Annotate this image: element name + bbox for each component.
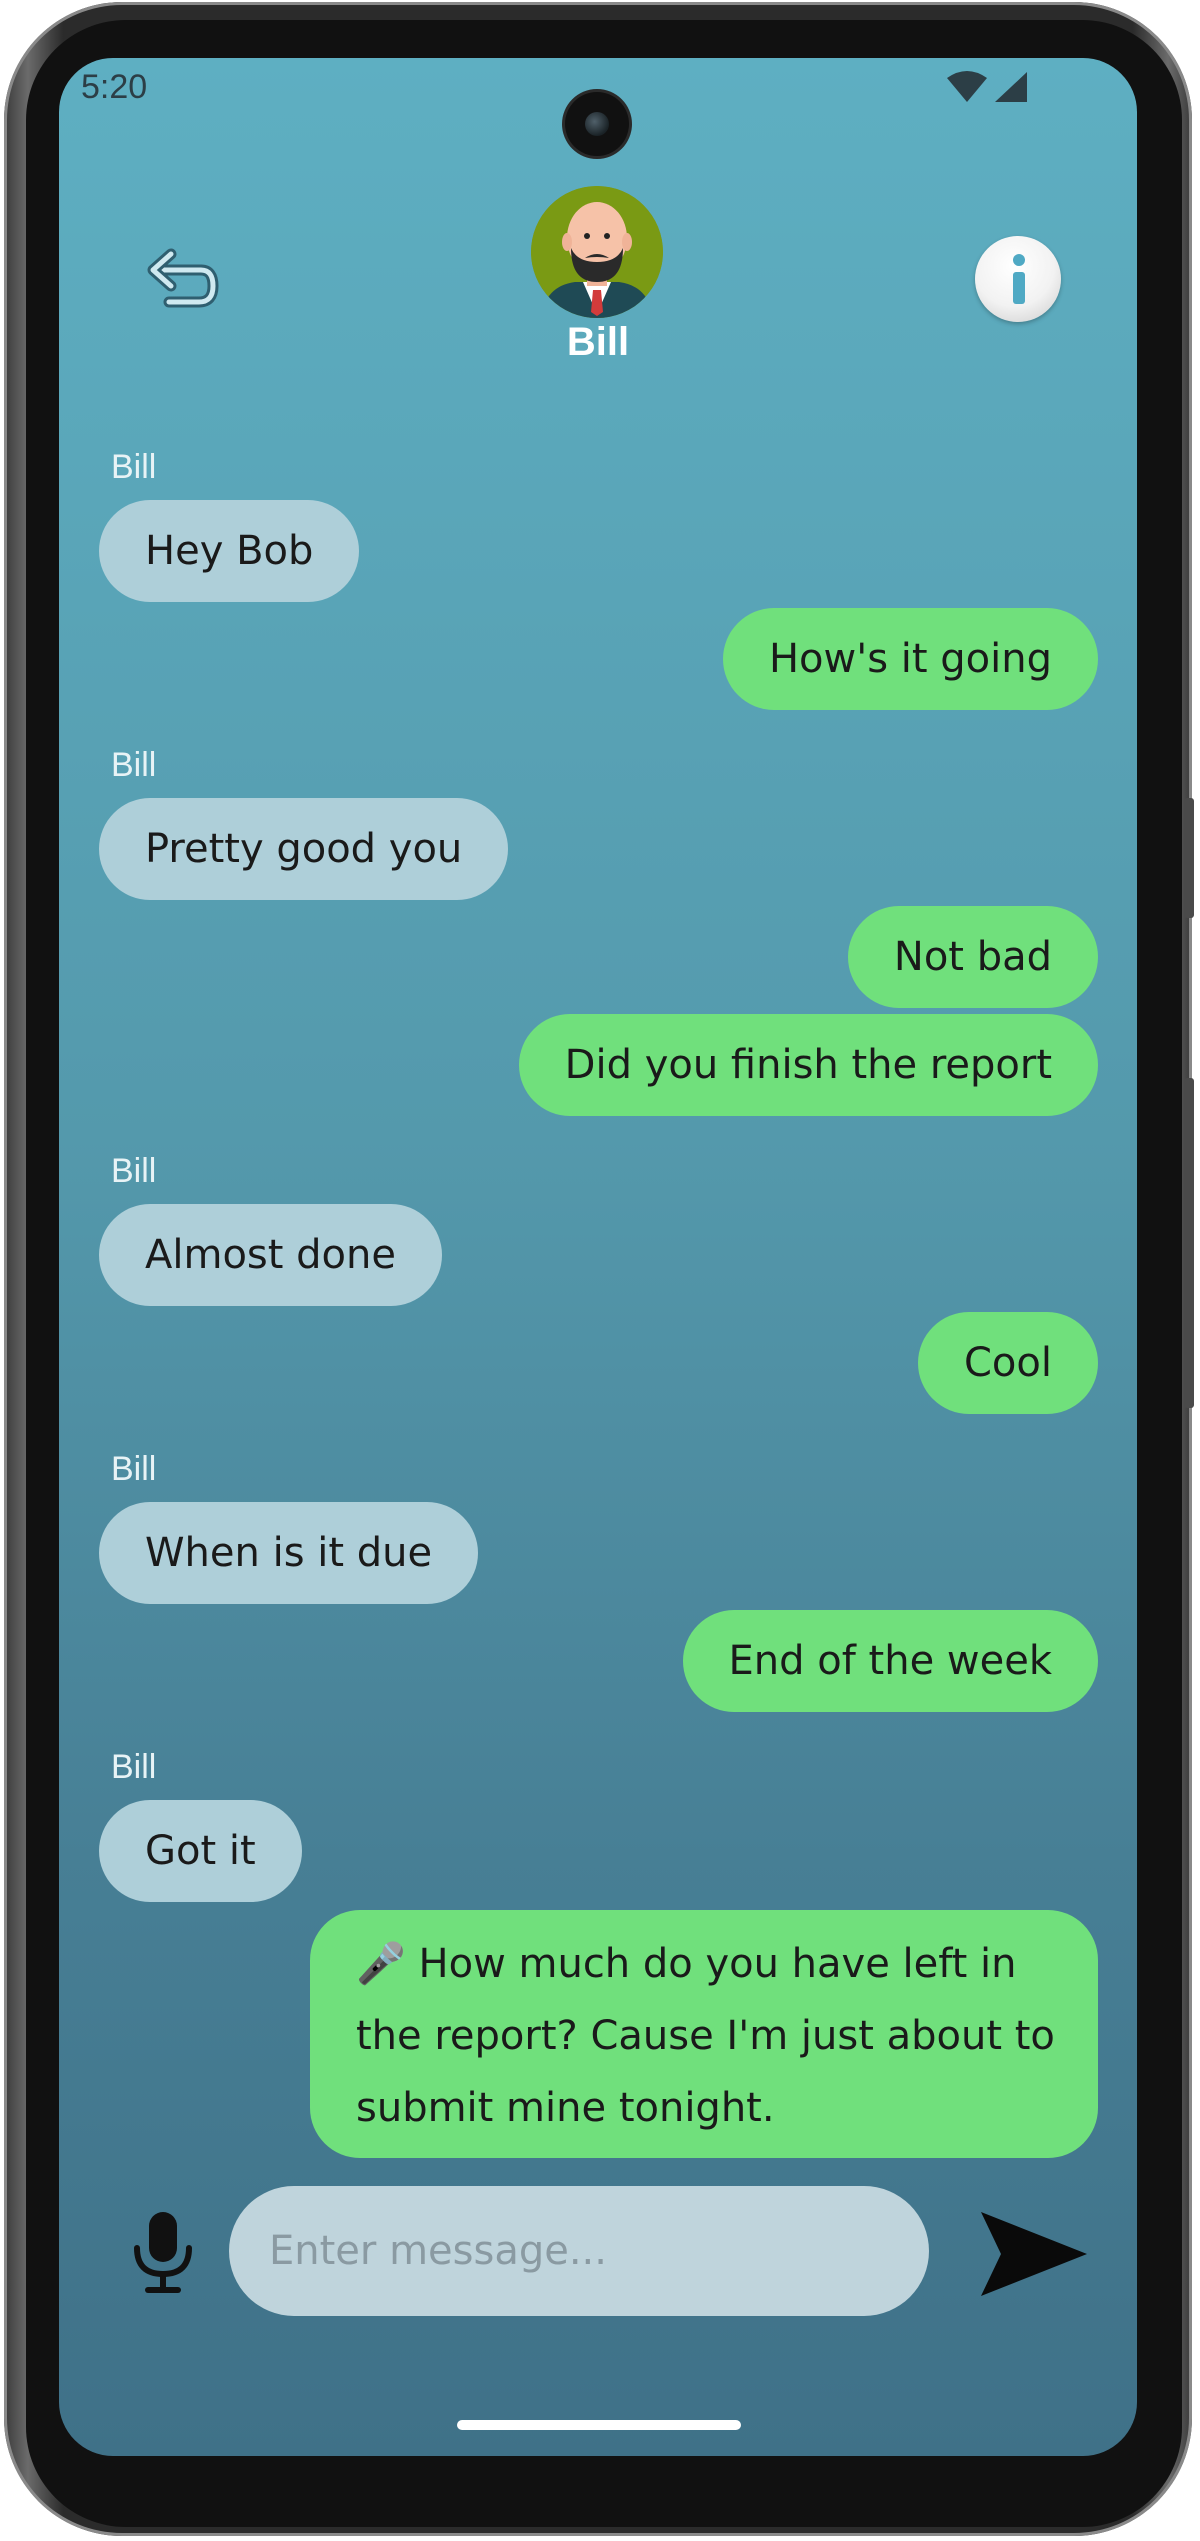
contact-name: Bill — [566, 320, 630, 364]
power-button — [1184, 1078, 1194, 1408]
outgoing-message[interactable]: How's it going — [722, 608, 1098, 710]
incoming-message[interactable]: Hey Bob — [99, 500, 360, 602]
send-arrow-icon — [981, 2212, 1087, 2296]
microphone-icon — [134, 2212, 192, 2293]
message-input[interactable] — [229, 2186, 929, 2316]
outgoing-message[interactable]: End of the week — [682, 1610, 1098, 1712]
message-sender: Bill — [111, 1450, 157, 1488]
message-sender: Bill — [111, 1152, 157, 1190]
outgoing-message[interactable]: Cool — [918, 1312, 1098, 1414]
microphone-button[interactable] — [131, 2210, 195, 2296]
front-camera — [565, 92, 629, 156]
incoming-message[interactable]: Got it — [99, 1800, 302, 1902]
status-icons — [945, 70, 1029, 104]
info-button[interactable] — [975, 236, 1061, 322]
back-button[interactable] — [141, 242, 221, 322]
send-button[interactable] — [977, 2208, 1091, 2300]
incoming-message[interactable]: Pretty good you — [99, 798, 509, 900]
message-sender: Bill — [111, 746, 157, 784]
outgoing-message-voice[interactable]: 🎤 How much do you have left in the repor… — [310, 1910, 1098, 2158]
wifi-icon — [947, 71, 987, 102]
incoming-message[interactable]: When is it due — [99, 1502, 479, 1604]
info-icon-dot — [1013, 254, 1025, 266]
avatar-image — [531, 186, 663, 318]
phone-frame: 5:20 Bill Bill Hey Bob How's it going Bi… — [0, 0, 1200, 2541]
chat-screen: 5:20 Bill Bill Hey Bob How's it going Bi… — [59, 58, 1137, 2456]
outgoing-message[interactable]: Not bad — [847, 906, 1098, 1008]
avatar[interactable] — [531, 186, 663, 318]
message-sender: Bill — [111, 448, 157, 486]
info-icon-bar — [1013, 272, 1025, 304]
message-sender: Bill — [111, 1748, 157, 1786]
status-time: 5:20 — [81, 68, 148, 106]
undo-arrow-icon — [147, 248, 219, 308]
cell-signal-icon — [995, 72, 1027, 102]
incoming-message[interactable]: Almost done — [99, 1204, 442, 1306]
home-indicator[interactable] — [457, 2420, 741, 2430]
volume-button — [1184, 798, 1194, 918]
outgoing-message[interactable]: Did you finish the report — [518, 1014, 1098, 1116]
